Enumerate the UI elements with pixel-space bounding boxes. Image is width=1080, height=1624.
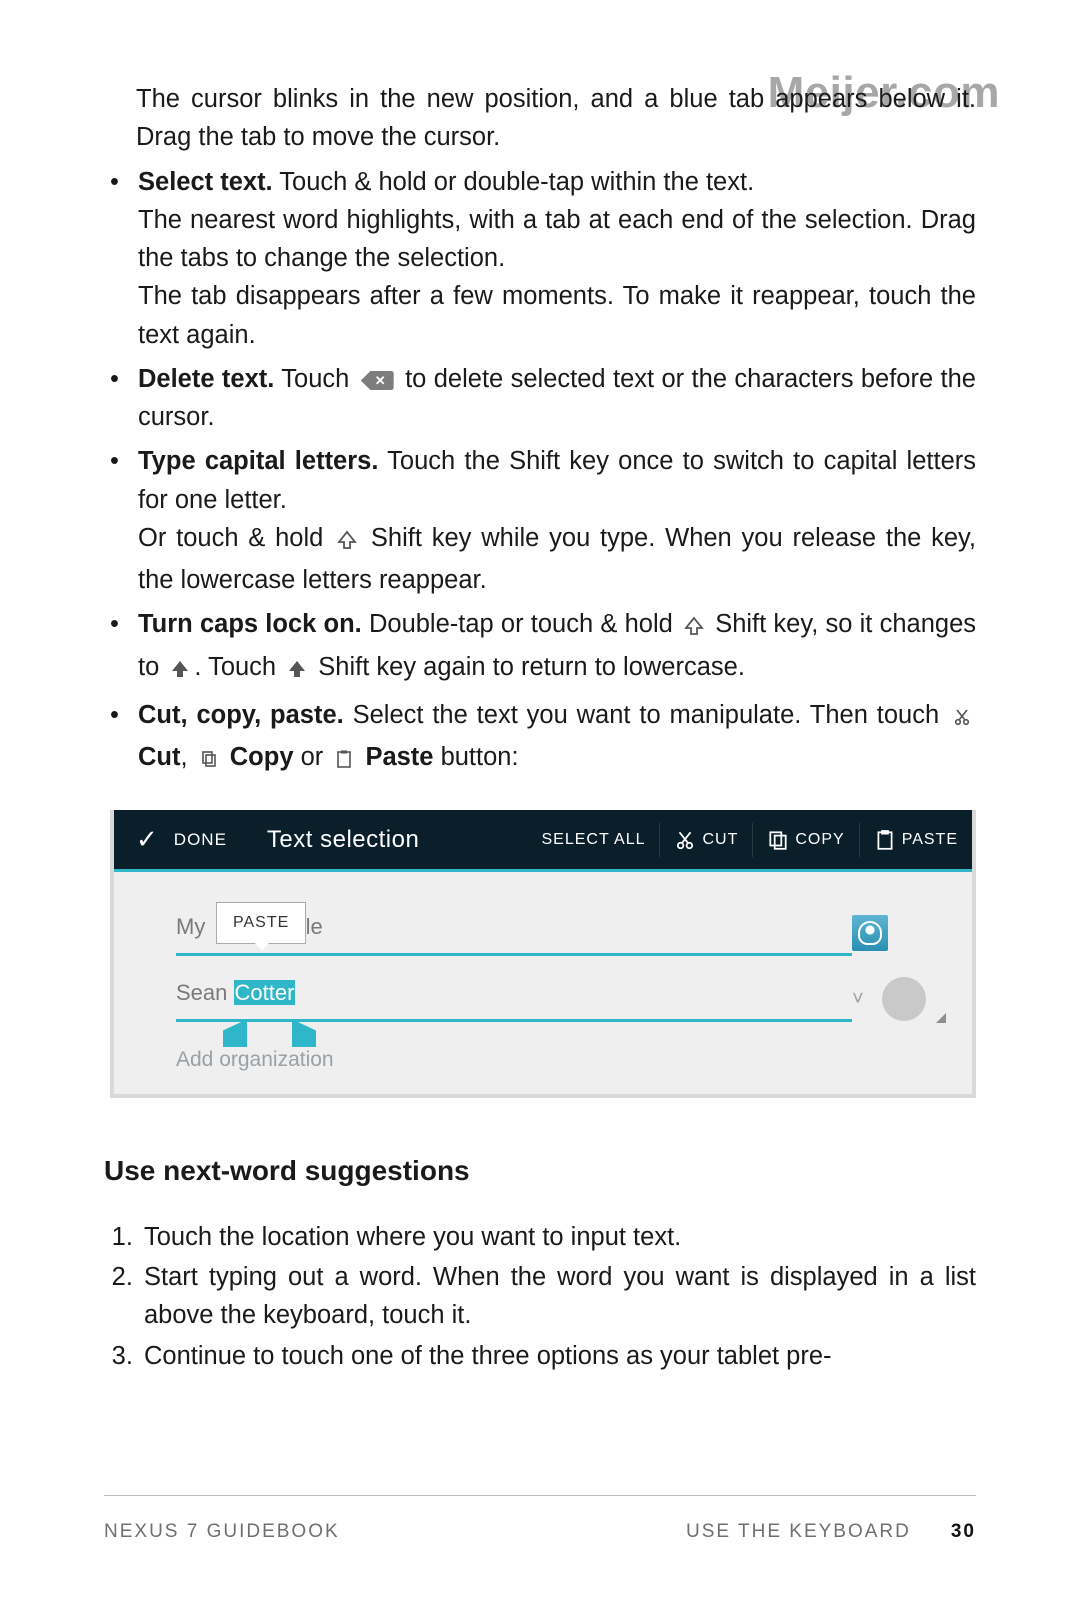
cut-button[interactable]: CUT [660, 828, 752, 852]
bullet-capslock: Turn caps lock on. Double-tap or touch &… [104, 605, 976, 690]
bullet-delete-lead: Delete text. [138, 365, 274, 393]
ccp-copy-label: Copy [230, 743, 294, 771]
avatar-placeholder-icon[interactable] [882, 977, 926, 1021]
paste-popup[interactable]: PASTE [216, 902, 306, 944]
bullet-ccp-lead: Cut, copy, paste. [138, 701, 344, 729]
bullet-select-body3: The tab disappears after a few moments. … [138, 282, 976, 348]
paste-label: PASTE [902, 828, 958, 852]
row2-selection: Cotter [234, 980, 296, 1005]
cut-icon [674, 829, 696, 851]
text-selection-screenshot: ✓ DONE Text selection SELECT ALL CUT COP… [110, 810, 976, 1098]
editor-area: My local profile PASTE Sean Cotter ˅ Add… [114, 872, 972, 1094]
section-heading: Use next-word suggestions [104, 1150, 976, 1192]
paste-button[interactable]: PASTE [860, 828, 972, 852]
bullet-delete-body1: Touch [274, 365, 356, 393]
shift-outline-icon [684, 609, 704, 647]
bullet-select-lead: Select text. [138, 168, 273, 196]
add-organization-field[interactable]: Add organization [176, 1044, 686, 1082]
editor-row-2[interactable]: Sean Cotter [176, 976, 852, 1022]
step-1: Touch the location where you want to inp… [140, 1218, 976, 1256]
paste-icon [874, 829, 896, 851]
ccp-cut-label: Cut [138, 743, 180, 771]
cut-icon [952, 700, 972, 738]
copy-label: COPY [795, 828, 844, 852]
row2-prefix: Sean [176, 980, 234, 1005]
done-label[interactable]: DONE [174, 827, 227, 853]
footer-right: USE THE KEYBOARD [686, 1518, 911, 1547]
bullet-ccp-body1: Select the text you want to manipulate. … [344, 701, 948, 729]
chevron-down-icon[interactable]: ˅ [852, 984, 864, 1014]
bullet-capitals-lead: Type capital letters. [138, 447, 378, 475]
bullet-ccp: Cut, copy, paste. Select the text you wa… [104, 696, 976, 781]
bullet-capitals-body2a: Or touch & hold [138, 524, 333, 552]
profile-thumbnail-icon[interactable] [852, 915, 888, 951]
ccp-end: button: [433, 743, 518, 771]
backspace-icon: ✕ [361, 371, 394, 391]
bullet-select: Select text. Touch & hold or double-tap … [104, 163, 976, 354]
footer-left: NEXUS 7 GUIDEBOOK [104, 1518, 340, 1547]
selection-handle-right-icon[interactable] [292, 1019, 316, 1047]
shift-solid-icon [170, 652, 190, 690]
paste-icon [334, 742, 354, 780]
bullet-select-body2: The nearest word highlights, with a tab … [138, 206, 976, 272]
row1-prefix: My [176, 914, 211, 939]
shift-outline-icon [337, 523, 357, 561]
shift-solid-icon [287, 652, 307, 690]
copy-icon [199, 742, 219, 780]
page-footer: NEXUS 7 GUIDEBOOK USE THE KEYBOARD 30 [104, 1495, 976, 1547]
copy-button[interactable]: COPY [753, 828, 858, 852]
bullet-select-body1: Touch & hold or double-tap within the te… [273, 168, 755, 196]
page-number: 30 [951, 1518, 976, 1547]
bullet-capitals: Type capital letters. Touch the Shift ke… [104, 442, 976, 599]
ccp-comma: , [180, 743, 194, 771]
bullet-capslock-body1a: Double-tap or touch & hold [362, 610, 680, 638]
ccp-or: or [294, 743, 331, 771]
row1-suffix: le [306, 914, 323, 939]
step-3: Continue to touch one of the three optio… [140, 1337, 976, 1375]
select-all-button[interactable]: SELECT ALL [528, 828, 660, 852]
selection-toolbar: ✓ DONE Text selection SELECT ALL CUT COP… [114, 810, 972, 872]
step-2: Start typing out a word. When the word y… [140, 1258, 976, 1335]
intro-paragraph: The cursor blinks in the new position, a… [136, 80, 976, 157]
bullet-capslock-lead: Turn caps lock on. [138, 610, 362, 638]
toolbar-title: Text selection [267, 822, 419, 858]
bullet-delete: Delete text. Touch ✕ to delete selected … [104, 360, 976, 437]
copy-icon [767, 829, 789, 851]
selection-handle-left-icon[interactable] [223, 1019, 247, 1047]
cut-label: CUT [702, 828, 738, 852]
bullet-capslock-body1c: . Touch [194, 653, 283, 681]
ccp-paste-label: Paste [365, 743, 433, 771]
editor-row-1[interactable]: My local profile PASTE [176, 910, 852, 956]
bullet-capslock-body1d: Shift key again to return to lowercase. [311, 653, 745, 681]
done-check-icon[interactable]: ✓ [114, 820, 174, 859]
